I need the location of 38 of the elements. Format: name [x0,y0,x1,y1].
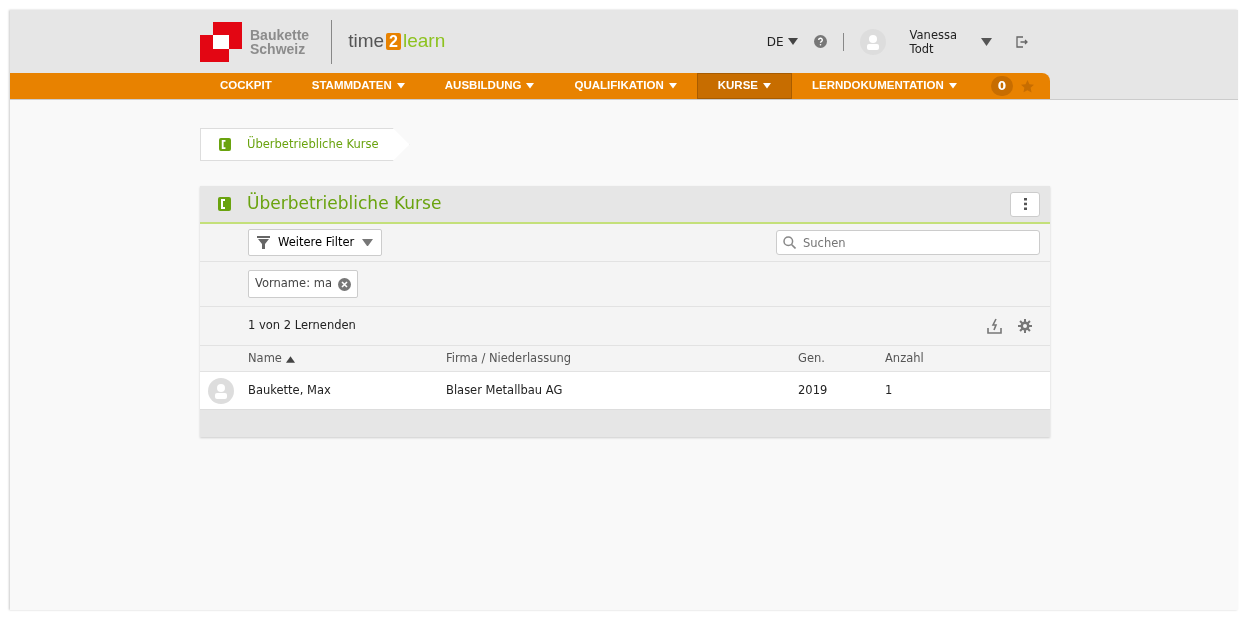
table-cell: 1 [885,383,893,398]
count-badge: 0 [990,76,1014,96]
table-cell: Blaser Metallbau AG [446,383,563,398]
caret-icon[interactable] [362,238,374,247]
course-icon [218,197,231,211]
column-header[interactable]: Name [248,350,295,368]
table-cell: 2019 [798,383,828,398]
panel-title: Überbetriebliche Kurse [247,191,442,216]
course-icon [219,138,231,151]
app-logo: time 2 learn [348,29,446,54]
sort-ascending-icon[interactable] [285,355,295,363]
avatar-icon [208,377,234,404]
star-icon[interactable] [1021,79,1035,93]
table-cell: Baukette, Max [248,383,331,398]
company-name: Baukette Schweiz [250,27,310,56]
filter-button[interactable]: Weitere Filter [248,228,383,257]
settings-icon[interactable] [1018,319,1032,333]
remove-icon[interactable] [337,277,351,291]
logout-icon[interactable] [1016,35,1028,48]
more-button[interactable] [1010,191,1040,217]
company-logo-icon [200,21,242,62]
download-icon[interactable] [987,318,1002,334]
more-icon [1023,198,1027,210]
caret-icon[interactable] [763,83,771,89]
nav-tab[interactable]: KURSE [696,73,792,99]
filter-chip[interactable]: Vorname: ma [248,270,358,298]
column-header[interactable]: Gen. [798,350,825,368]
user-avatar-icon [859,28,886,55]
search-field[interactable]: Suchen [776,230,1040,255]
caret-icon[interactable] [787,38,798,45]
user-name[interactable]: Vanessa Todt [909,27,957,56]
caret-icon[interactable] [981,37,992,46]
filter-icon [257,236,270,249]
column-header[interactable]: Firma / Niederlassung [446,350,571,368]
column-header[interactable]: Anzahl [885,350,924,368]
language-selector[interactable]: DE [766,32,798,51]
help-icon[interactable] [813,35,827,48]
result-count: 1 von 2 Lernenden [248,317,356,335]
